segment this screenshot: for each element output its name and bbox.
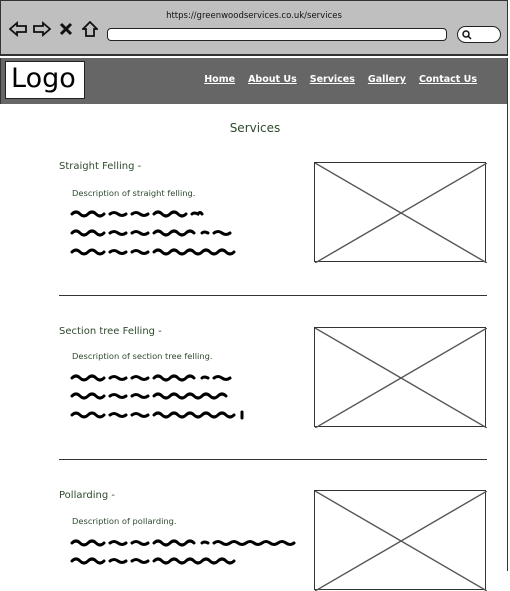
back-icon[interactable] [9,19,27,39]
service-title: Section tree Felling - [59,326,162,337]
nav-home[interactable]: Home [204,74,235,85]
browser-nav-icons [9,19,99,39]
nav-services[interactable]: Services [310,74,355,85]
placeholder-text-scribble [70,374,244,420]
placeholder-text-scribble [70,210,236,256]
main-nav: Home About Us Services Gallery Contact U… [204,74,477,85]
home-icon[interactable] [81,19,99,39]
nav-gallery[interactable]: Gallery [368,74,406,85]
address-bar[interactable] [107,28,447,41]
image-placeholder [314,327,487,428]
search-button[interactable] [457,26,501,43]
nav-about-us[interactable]: About Us [248,74,297,85]
close-icon[interactable] [57,19,75,39]
logo[interactable]: Logo [5,61,85,99]
browser-toolbar: https://greenwoodservices.co.uk/services [0,0,508,56]
placeholder-text-scribble [70,539,296,565]
service-title: Straight Felling - [59,161,142,172]
service-description: Description of straight felling. [72,188,196,198]
service-description: Description of section tree felling. [72,351,213,361]
forward-icon[interactable] [33,19,51,39]
page-title: Services [229,121,281,135]
service-title: Pollarding - [59,490,116,501]
section-divider [59,295,487,296]
search-icon [462,30,472,40]
page-border [507,104,508,571]
service-description: Description of pollarding. [72,516,177,526]
site-header: Logo Home About Us Services Gallery Cont… [0,58,508,104]
section-divider [59,459,487,460]
image-placeholder [314,162,487,263]
image-placeholder [314,490,487,591]
nav-contact-us[interactable]: Contact Us [419,74,477,85]
